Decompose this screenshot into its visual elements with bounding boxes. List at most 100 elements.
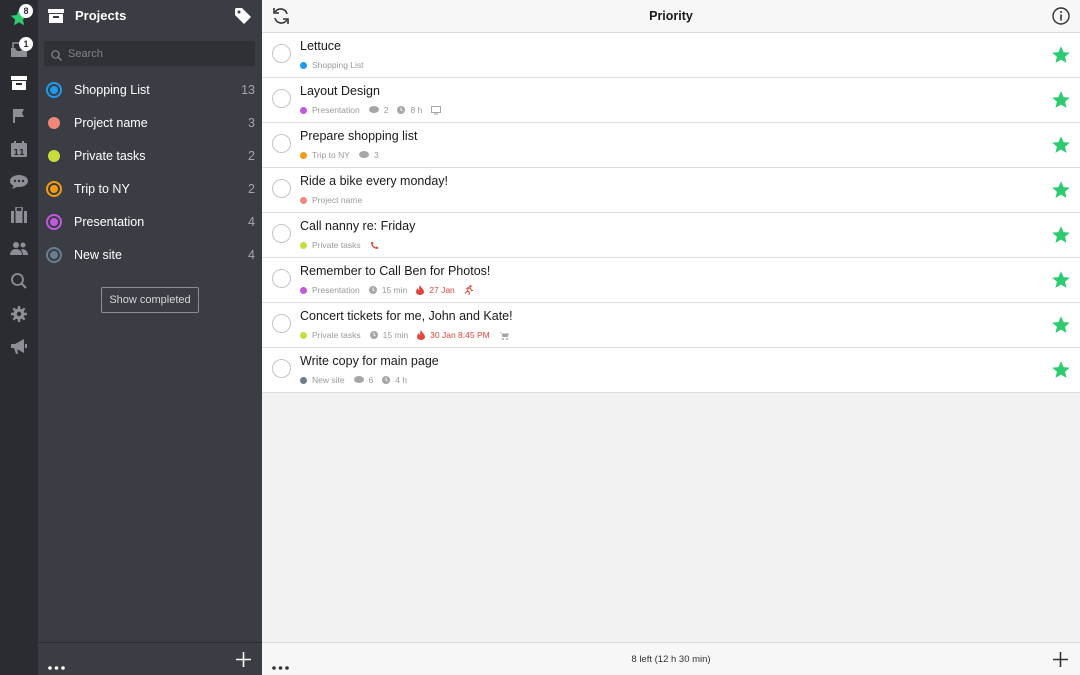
megaphone-icon[interactable] (7, 335, 31, 359)
flag-icon[interactable] (7, 104, 31, 128)
task-meta: Private tasks (300, 240, 384, 250)
complete-checkbox[interactable] (272, 134, 291, 153)
show-completed-button[interactable]: Show completed (101, 287, 199, 313)
clock-icon (369, 331, 378, 339)
task-row[interactable]: Layout Design Presentation 2 8 h (262, 78, 1080, 123)
task-project: Trip to NY (312, 150, 350, 160)
task-list: Lettuce Shopping List Layout Design Pres… (262, 33, 1080, 393)
chat-icon[interactable] (7, 170, 31, 194)
tag-icon[interactable] (235, 8, 251, 29)
favorites-badge: 8 (19, 4, 33, 18)
add-task-icon[interactable] (1053, 652, 1068, 672)
briefcase-icon[interactable] (7, 203, 31, 227)
project-item-project-name[interactable]: Project name 3 (38, 107, 262, 140)
complete-checkbox[interactable] (272, 89, 291, 108)
search-box[interactable] (44, 41, 255, 66)
star-icon[interactable] (1051, 90, 1071, 110)
project-item-new-site[interactable]: New site 4 (38, 239, 262, 272)
inbox-icon[interactable]: 1 (7, 37, 33, 62)
projects-icon[interactable] (7, 71, 31, 95)
project-count: 2 (248, 149, 255, 163)
star-icon[interactable] (1051, 135, 1071, 155)
star-icon[interactable] (1051, 225, 1071, 245)
project-color-dot (48, 117, 60, 129)
clock-icon (397, 106, 406, 114)
task-meta: Trip to NY 3 (300, 150, 379, 160)
people-icon[interactable] (7, 236, 31, 260)
comment-icon (353, 376, 364, 384)
project-color-dot (300, 241, 307, 249)
project-item-presentation[interactable]: Presentation 4 (38, 206, 262, 239)
task-row[interactable]: Write copy for main page New site 6 4 h (262, 348, 1080, 393)
sidebar-footer (38, 642, 262, 675)
complete-checkbox[interactable] (272, 269, 291, 288)
project-color-dot (300, 331, 307, 339)
project-color-dot (48, 249, 60, 261)
calendar-icon[interactable]: 11 (7, 137, 31, 161)
project-item-private-tasks[interactable]: Private tasks 2 (38, 140, 262, 173)
search-icon (51, 48, 62, 66)
task-row[interactable]: Call nanny re: Friday Private tasks (262, 213, 1080, 258)
task-meta: Presentation 2 8 h (300, 105, 446, 115)
project-item-shopping-list[interactable]: Shopping List 13 (38, 74, 262, 107)
search-input[interactable] (68, 41, 248, 66)
star-icon[interactable] (1051, 315, 1071, 335)
complete-checkbox[interactable] (272, 314, 291, 333)
tasks-remaining-status: 8 left (12 h 30 min) (631, 654, 711, 665)
monitor-icon (431, 105, 442, 115)
task-title: Write copy for main page (300, 354, 439, 368)
project-color-dot (48, 150, 60, 162)
task-title: Prepare shopping list (300, 129, 418, 143)
task-row[interactable]: Prepare shopping list Trip to NY 3 (262, 123, 1080, 168)
project-count: 3 (248, 116, 255, 130)
project-item-trip-to-ny[interactable]: Trip to NY 2 (38, 173, 262, 206)
phone-icon (370, 241, 379, 250)
sidebar-title: Projects (75, 8, 127, 23)
project-color-dot (300, 286, 307, 294)
task-meta: Presentation 15 min 27 Jan (300, 285, 479, 295)
task-duration: 15 min (382, 330, 409, 340)
star-icon[interactable] (1051, 360, 1071, 380)
task-row[interactable]: Lettuce Shopping List (262, 33, 1080, 78)
task-project: New site (312, 375, 345, 385)
clock-icon (382, 376, 391, 384)
gear-icon[interactable] (7, 302, 31, 326)
task-title: Remember to Call Ben for Photos! (300, 264, 491, 278)
project-color-dot (300, 376, 307, 384)
task-row[interactable]: Remember to Call Ben for Photos! Present… (262, 258, 1080, 303)
project-count: 2 (248, 182, 255, 196)
task-row[interactable]: Concert tickets for me, John and Kate! P… (262, 303, 1080, 348)
project-name: Private tasks (74, 149, 146, 163)
star-icon[interactable] (1051, 270, 1071, 290)
complete-checkbox[interactable] (272, 44, 291, 63)
star-icon[interactable] (1051, 45, 1071, 65)
comment-icon (358, 151, 369, 159)
project-name: Project name (74, 116, 148, 130)
task-title: Ride a bike every monday! (300, 174, 448, 188)
add-project-icon[interactable] (236, 652, 251, 672)
search-icon[interactable] (7, 269, 31, 293)
main-header: Priority (262, 0, 1080, 33)
sidebar-header: Projects (38, 0, 262, 32)
more-icon[interactable] (48, 657, 65, 675)
cart-icon (498, 331, 509, 340)
task-row[interactable]: Ride a bike every monday! Project name (262, 168, 1080, 213)
complete-checkbox[interactable] (272, 224, 291, 243)
complete-checkbox[interactable] (272, 179, 291, 198)
project-name: New site (74, 248, 122, 262)
star-icon[interactable] (1051, 180, 1071, 200)
fire-icon (417, 330, 426, 340)
task-title: Concert tickets for me, John and Kate! (300, 309, 513, 323)
project-color-dot (48, 84, 60, 96)
clock-icon (368, 286, 377, 294)
task-comment-count: 3 (373, 150, 379, 160)
project-color-dot (300, 151, 307, 159)
complete-checkbox[interactable] (272, 359, 291, 378)
task-project: Private tasks (312, 330, 361, 340)
task-duration: 8 h (410, 105, 423, 115)
project-name: Shopping List (74, 83, 150, 97)
info-icon[interactable] (1052, 7, 1070, 30)
task-due-date: 30 Jan 8:45 PM (430, 330, 490, 340)
main-footer: 8 left (12 h 30 min) (262, 642, 1080, 675)
star-icon[interactable]: 8 (7, 4, 33, 30)
